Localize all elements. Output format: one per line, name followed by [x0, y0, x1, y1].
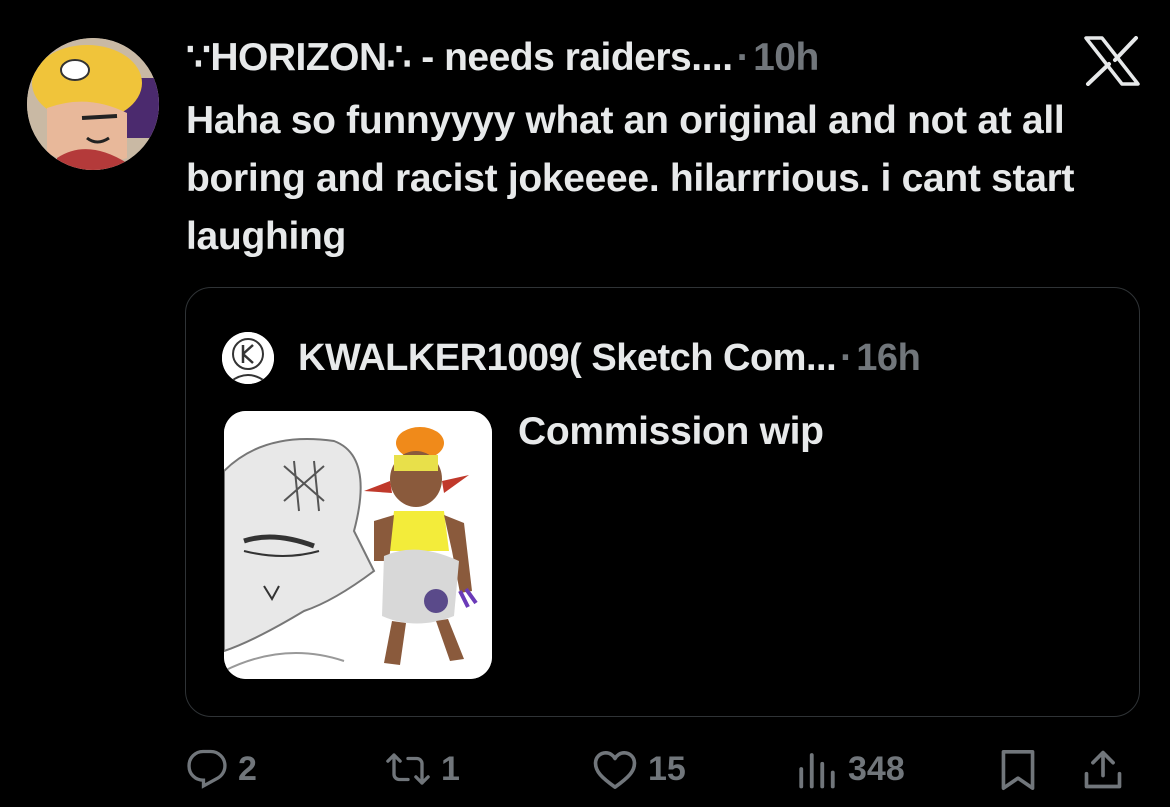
reply-button[interactable]: 2: [186, 748, 257, 790]
like-button[interactable]: 15: [592, 748, 686, 790]
quoted-header-separator: ·: [840, 337, 853, 379]
retweet-button[interactable]: 1: [385, 748, 460, 790]
quoted-author-name[interactable]: KWALKER1009( Sketch Com...: [298, 337, 837, 379]
bookmark-button[interactable]: [998, 748, 1038, 792]
author-avatar[interactable]: [27, 38, 159, 170]
quoted-tweet-text: Commission wip: [518, 410, 824, 453]
quoted-tweet-timestamp[interactable]: 16h: [856, 337, 920, 379]
quoted-tweet-media[interactable]: [224, 411, 492, 679]
quoted-tweet-header: KWALKER1009( Sketch Com... · 16h: [298, 332, 921, 384]
heart-icon: [592, 748, 638, 790]
views-button[interactable]: 348: [796, 748, 905, 790]
reply-count: 2: [238, 749, 257, 788]
quoted-tweet-card[interactable]: KWALKER1009( Sketch Com... · 16h Commiss…: [185, 287, 1140, 717]
tweet-actions: 2 1 15 348: [0, 740, 1170, 800]
reply-icon: [186, 748, 228, 790]
tweet-text: Haha so funnyyyy what an original and no…: [186, 99, 1075, 258]
x-logo-icon: [1084, 36, 1140, 86]
quoted-author-avatar: [222, 332, 274, 384]
retweet-icon: [385, 748, 431, 790]
views-count: 348: [848, 749, 905, 788]
bookmark-icon: [998, 748, 1038, 792]
views-icon: [796, 748, 838, 790]
share-icon: [1081, 748, 1125, 792]
retweet-count: 1: [441, 749, 460, 788]
like-count: 15: [648, 749, 686, 788]
tweet-header: ∵HORIZON∴ - needs raiders.... · 10h: [186, 33, 819, 83]
author-name[interactable]: ∵HORIZON∴ - needs raiders....: [186, 36, 733, 79]
tweet-timestamp[interactable]: 10h: [753, 36, 819, 79]
share-button[interactable]: [1081, 748, 1125, 792]
header-separator: ·: [736, 36, 750, 79]
